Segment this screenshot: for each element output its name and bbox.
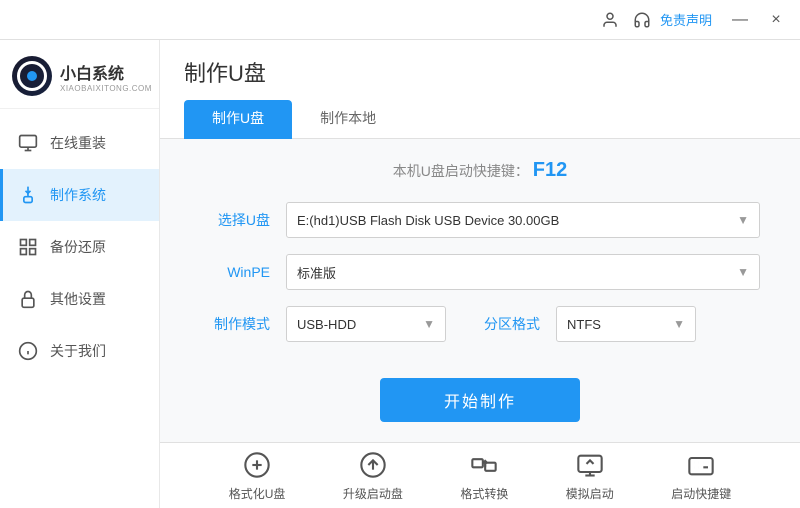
tool-format-convert[interactable]: 格式转换 (460, 449, 508, 502)
winpe-value: 标准版 (297, 263, 336, 282)
tool-simulate-boot-label: 模拟启动 (566, 485, 614, 502)
partition-select-box[interactable]: NTFS ▼ (556, 306, 696, 342)
mode-row: 制作模式 USB-HDD ▼ 分区格式 NTFS ▼ (200, 306, 760, 342)
winpe-label: WinPE (200, 264, 270, 280)
tab-bar: 制作U盘 制作本地 (184, 100, 776, 138)
winpe-select-box[interactable]: 标准版 ▼ (286, 254, 760, 290)
grid-icon (16, 235, 40, 259)
sidebar-nav: 在线重装 制作系统 (0, 109, 159, 508)
sidebar-label-backup-restore: 备份还原 (50, 237, 106, 257)
active-indicator (0, 169, 3, 221)
sidebar: 小白系统 XIAOBAIXITONG.COM 在线重装 (0, 40, 160, 508)
tab-make-local[interactable]: 制作本地 (292, 100, 404, 139)
sidebar-item-backup-restore[interactable]: 备份还原 (0, 221, 159, 273)
shortcut-key: F12 (533, 159, 567, 181)
free-declaration-link[interactable]: 免责声明 (660, 10, 712, 29)
sidebar-item-other-settings[interactable]: 其他设置 (0, 273, 159, 325)
udisk-select-box[interactable]: E:(hd1)USB Flash Disk USB Device 30.00GB… (286, 202, 760, 238)
sidebar-label-make-system: 制作系统 (50, 185, 106, 205)
title-bar-right: 免责声明 — × (596, 6, 792, 34)
winpe-select[interactable]: 标准版 ▼ (286, 254, 760, 290)
sidebar-item-online-reinstall[interactable]: 在线重装 (0, 117, 159, 169)
winpe-arrow-icon: ▼ (737, 265, 749, 279)
tool-boot-shortcut[interactable]: 启动快捷键 (671, 449, 731, 502)
title-bar: 免责声明 — × (0, 0, 800, 40)
support-icon[interactable] (628, 6, 656, 34)
mode-value: USB-HDD (297, 317, 356, 332)
logo: 小白系统 XIAOBAIXITONG.COM (0, 40, 159, 109)
logo-name: 小白系统 (60, 60, 152, 84)
lock-icon (16, 287, 40, 311)
tool-format-udisk-label: 格式化U盘 (229, 485, 286, 502)
simulate-boot-icon (574, 449, 606, 481)
boot-shortcut-icon (685, 449, 717, 481)
tab-make-udisk[interactable]: 制作U盘 (184, 100, 292, 139)
format-udisk-icon (241, 449, 273, 481)
sidebar-label-about-us: 关于我们 (50, 341, 106, 361)
content-area: 制作U盘 制作U盘 制作本地 本机U盘启动快捷键： F12 选择U盘 E:(hd… (160, 40, 800, 508)
logo-text: 小白系统 XIAOBAIXITONG.COM (60, 60, 152, 93)
tool-simulate-boot[interactable]: 模拟启动 (566, 449, 614, 502)
upgrade-boot-icon (357, 449, 389, 481)
udisk-arrow-icon: ▼ (737, 213, 749, 227)
partition-value: NTFS (567, 317, 601, 332)
sidebar-item-about-us[interactable]: 关于我们 (0, 325, 159, 377)
tool-upgrade-boot-label: 升级启动盘 (343, 485, 403, 502)
format-convert-icon (468, 449, 500, 481)
tool-boot-shortcut-label: 启动快捷键 (671, 485, 731, 502)
page-header: 制作U盘 制作U盘 制作本地 (160, 40, 800, 139)
page-title: 制作U盘 (184, 56, 776, 88)
main-layout: 小白系统 XIAOBAIXITONG.COM 在线重装 (0, 40, 800, 508)
tool-format-udisk[interactable]: 格式化U盘 (229, 449, 286, 502)
start-button[interactable]: 开始制作 (380, 378, 580, 422)
tool-upgrade-boot[interactable]: 升级启动盘 (343, 449, 403, 502)
usb-icon (16, 183, 40, 207)
sidebar-label-other-settings: 其他设置 (50, 289, 106, 309)
partition-select[interactable]: NTFS ▼ (556, 306, 696, 342)
form-area: 本机U盘启动快捷键： F12 选择U盘 E:(hd1)USB Flash Dis… (160, 139, 800, 442)
udisk-label: 选择U盘 (200, 210, 270, 230)
winpe-row: WinPE 标准版 ▼ (200, 254, 760, 290)
info-icon (16, 339, 40, 363)
minimize-button[interactable]: — (724, 6, 756, 34)
logo-icon (12, 56, 52, 96)
shortcut-prefix: 本机U盘启动快捷键： (393, 163, 529, 179)
tool-format-convert-label: 格式转换 (460, 485, 508, 502)
part-label: 分区格式 (470, 314, 540, 334)
partition-arrow-icon: ▼ (673, 317, 685, 331)
monitor-icon (16, 131, 40, 155)
shortcut-info: 本机U盘启动快捷键： F12 (200, 159, 760, 182)
udisk-select[interactable]: E:(hd1)USB Flash Disk USB Device 30.00GB… (286, 202, 760, 238)
udisk-value: E:(hd1)USB Flash Disk USB Device 30.00GB (297, 213, 559, 228)
sidebar-item-make-system[interactable]: 制作系统 (0, 169, 159, 221)
mode-select-box[interactable]: USB-HDD ▼ (286, 306, 446, 342)
user-icon[interactable] (596, 6, 624, 34)
sidebar-label-online-reinstall: 在线重装 (50, 133, 106, 153)
udisk-row: 选择U盘 E:(hd1)USB Flash Disk USB Device 30… (200, 202, 760, 238)
mode-label: 制作模式 (200, 314, 270, 334)
mode-arrow-icon: ▼ (423, 317, 435, 331)
mode-select[interactable]: USB-HDD ▼ (286, 306, 446, 342)
logo-sub: XIAOBAIXITONG.COM (60, 84, 152, 93)
bottom-toolbar: 格式化U盘 升级启动盘 (160, 442, 800, 508)
close-button[interactable]: × (760, 6, 792, 34)
